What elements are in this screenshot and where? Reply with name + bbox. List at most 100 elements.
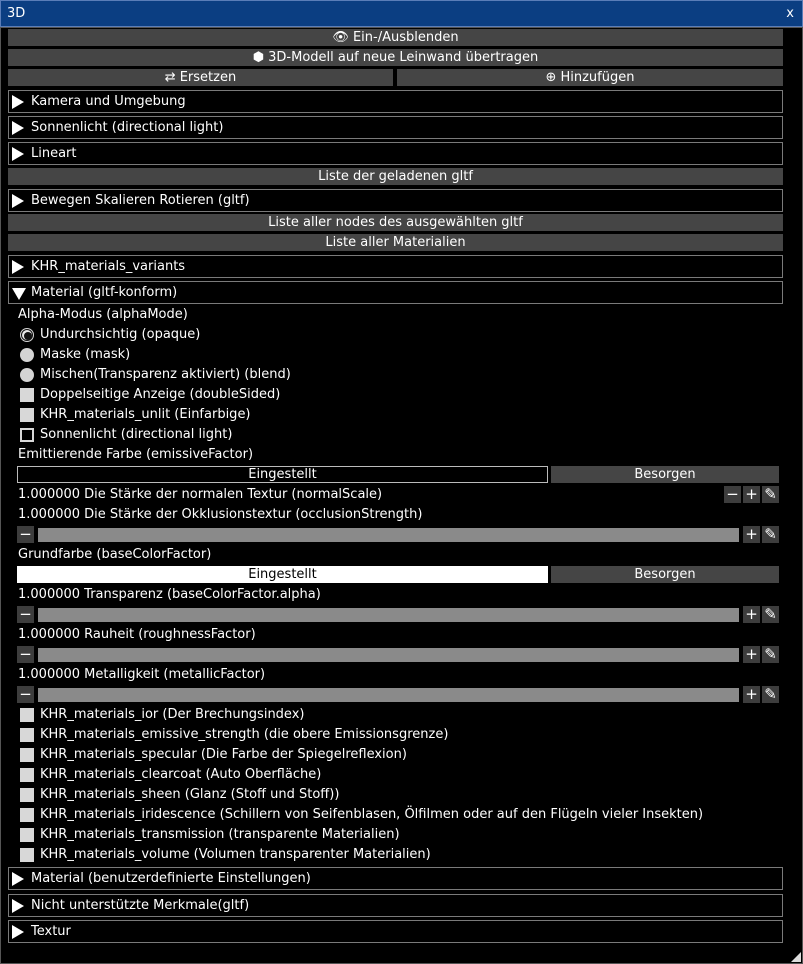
ext-clearcoat-checkbox[interactable]: KHR_materials_clearcoat (Auto Oberfläche…	[18, 766, 321, 784]
section-texture-label: Textur	[31, 924, 71, 939]
minus-icon: −	[19, 525, 32, 543]
plus-circle-icon: ⊕	[545, 70, 557, 85]
section-variants-label: KHR_materials_variants	[31, 259, 186, 274]
occlusion-plus-button[interactable]: +	[743, 526, 760, 543]
transfer-model-label: 3D-Modell auf neue Leinwand übertragen	[268, 50, 539, 65]
nodes-list-button[interactable]: Liste aller nodes des ausgewählten gltf	[8, 214, 783, 231]
occlusion-minus-button[interactable]: −	[17, 526, 34, 543]
sunlight-checkbox[interactable]: Sonnenlicht (directional light)	[18, 426, 232, 444]
normal-scale-edit-button[interactable]: ✎	[762, 486, 779, 503]
collapse-triangle-icon	[12, 288, 26, 300]
base-color-set-button[interactable]: Eingestellt	[17, 566, 548, 583]
ext-iridescence-label: KHR_materials_iridescence (Schillern von…	[40, 807, 704, 822]
edit-icon: ✎	[764, 685, 777, 703]
minus-icon: −	[19, 685, 32, 703]
alpha-blend-radio[interactable]: Mischen(Transparenz aktiviert) (blend)	[18, 366, 291, 384]
base-color-label: Grundfarbe (baseColorFactor)	[18, 547, 212, 562]
checkbox-icon	[20, 768, 34, 782]
metallic-slider[interactable]	[38, 688, 739, 702]
cube-icon: ⬢	[252, 50, 265, 65]
close-button[interactable]: x	[786, 6, 794, 21]
metallic-edit-button[interactable]: ✎	[762, 686, 779, 703]
show-hide-button[interactable]: 👁 Ein-/Ausblenden	[8, 29, 783, 46]
roughness-plus-button[interactable]: +	[743, 646, 760, 663]
add-button[interactable]: ⊕ Hinzufügen	[397, 69, 783, 86]
resize-grip-icon[interactable]	[791, 952, 801, 962]
ext-emissive-strength-label: KHR_materials_emissive_strength (die obe…	[40, 727, 449, 742]
section-transform-label: Bewegen Skalieren Rotieren (gltf)	[31, 193, 250, 208]
roughness-slider[interactable]	[38, 648, 739, 662]
roughness-minus-button[interactable]: −	[17, 646, 34, 663]
minus-icon: −	[19, 605, 32, 623]
ext-volume-checkbox[interactable]: KHR_materials_volume (Volumen transparen…	[18, 846, 431, 864]
section-unsupported-label: Nicht unterstützte Merkmale(gltf)	[31, 898, 250, 913]
alpha-value-label: 1.000000 Transparenz (baseColorFactor.al…	[18, 587, 321, 602]
section-sunlight-label: Sonnenlicht (directional light)	[31, 120, 224, 135]
alpha-mask-radio[interactable]: Maske (mask)	[18, 346, 130, 364]
checkbox-icon	[20, 808, 34, 822]
emissive-get-button[interactable]: Besorgen	[551, 466, 779, 483]
metallic-minus-button[interactable]: −	[17, 686, 34, 703]
ext-emissive-strength-checkbox[interactable]: KHR_materials_emissive_strength (die obe…	[18, 726, 448, 744]
gltf-list-button[interactable]: Liste der geladenen gltf	[8, 168, 783, 185]
alpha-slider[interactable]	[38, 608, 739, 622]
section-material-gltf-label: Material (gltf-konform)	[31, 285, 178, 300]
window-titlebar[interactable]: 3D x	[0, 0, 803, 27]
section-camera[interactable]: Kamera und Umgebung	[8, 90, 783, 113]
replace-button[interactable]: ⇄ Ersetzen	[8, 69, 393, 86]
expand-triangle-icon	[12, 872, 24, 886]
alpha-mask-label: Maske (mask)	[40, 347, 131, 362]
occlusion-edit-button[interactable]: ✎	[762, 526, 779, 543]
alpha-opaque-radio[interactable]: Undurchsichtig (opaque)	[18, 326, 200, 344]
section-material-gltf[interactable]: Material (gltf-konform)	[8, 281, 783, 304]
gltf-list-label: Liste der geladenen gltf	[318, 169, 473, 184]
section-variants[interactable]: KHR_materials_variants	[8, 255, 783, 278]
replace-label: Ersetzen	[179, 70, 237, 85]
section-material-custom[interactable]: Material (benutzerdefinierte Einstellung…	[8, 867, 783, 890]
normal-scale-plus-button[interactable]: +	[743, 486, 760, 503]
double-sided-checkbox[interactable]: Doppelseitige Anzeige (doubleSided)	[18, 386, 280, 404]
checkbox-icon	[20, 728, 34, 742]
plus-icon: +	[745, 645, 758, 663]
section-sunlight[interactable]: Sonnenlicht (directional light)	[8, 116, 783, 139]
ext-iridescence-checkbox[interactable]: KHR_materials_iridescence (Schillern von…	[18, 806, 703, 824]
section-texture[interactable]: Textur	[8, 920, 783, 943]
minus-icon: −	[726, 485, 739, 503]
expand-triangle-icon	[12, 260, 24, 274]
alpha-plus-button[interactable]: +	[743, 606, 760, 623]
checkbox-icon	[20, 788, 34, 802]
materials-list-button[interactable]: Liste aller Materialien	[8, 234, 783, 251]
expand-triangle-icon	[12, 95, 24, 109]
section-transform[interactable]: Bewegen Skalieren Rotieren (gltf)	[8, 189, 783, 212]
checkbox-icon	[20, 848, 34, 862]
edit-icon: ✎	[764, 605, 777, 623]
section-unsupported[interactable]: Nicht unterstützte Merkmale(gltf)	[8, 894, 783, 917]
unlit-checkbox[interactable]: KHR_materials_unlit (Einfarbige)	[18, 406, 251, 424]
swap-icon: ⇄	[164, 70, 176, 85]
metallic-plus-button[interactable]: +	[743, 686, 760, 703]
edit-icon: ✎	[764, 645, 777, 663]
checkbox-icon	[20, 708, 34, 722]
ext-transmission-checkbox[interactable]: KHR_materials_transmission (transparente…	[18, 826, 400, 844]
checkbox-icon	[20, 828, 34, 842]
ext-ior-checkbox[interactable]: KHR_materials_ior (Der Brechungsindex)	[18, 706, 304, 724]
emissive-color-set-button[interactable]: Eingestellt	[17, 466, 548, 483]
plus-icon: +	[745, 525, 758, 543]
section-camera-label: Kamera und Umgebung	[31, 94, 186, 109]
roughness-edit-button[interactable]: ✎	[762, 646, 779, 663]
radio-icon	[20, 348, 34, 362]
alpha-edit-button[interactable]: ✎	[762, 606, 779, 623]
ext-sheen-checkbox[interactable]: KHR_materials_sheen (Glanz (Stoff und St…	[18, 786, 339, 804]
section-lineart[interactable]: Lineart	[8, 142, 783, 165]
base-color-get-button[interactable]: Besorgen	[551, 566, 779, 583]
metallic-label: 1.000000 Metalligkeit (metallicFactor)	[18, 667, 266, 682]
alpha-minus-button[interactable]: −	[17, 606, 34, 623]
ext-specular-label: KHR_materials_specular (Die Farbe der Sp…	[40, 747, 407, 762]
ext-ior-label: KHR_materials_ior (Der Brechungsindex)	[40, 707, 305, 722]
transfer-model-button[interactable]: ⬢ 3D-Modell auf neue Leinwand übertragen	[8, 49, 783, 66]
expand-triangle-icon	[12, 925, 24, 939]
plus-icon: +	[745, 485, 758, 503]
ext-specular-checkbox[interactable]: KHR_materials_specular (Die Farbe der Sp…	[18, 746, 407, 764]
occlusion-slider[interactable]	[38, 528, 739, 542]
normal-scale-minus-button[interactable]: −	[724, 486, 741, 503]
